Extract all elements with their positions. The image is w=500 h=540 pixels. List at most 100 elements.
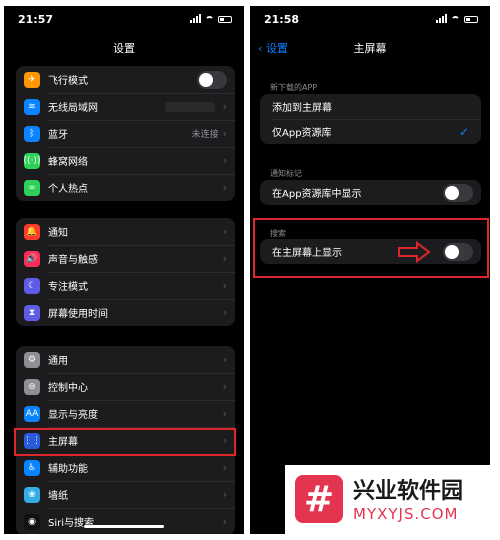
new-apps-group: 添加到主屏幕 仅App资源库 ✓ (260, 94, 481, 144)
badges-group: 在App资源库中显示 (260, 180, 481, 205)
wifi-status-icon (205, 16, 214, 23)
badges-row: 在App资源库中显示 (260, 180, 481, 205)
settings-group-notifications: 🔔 通知 › 🔊 声音与触感 › ☾ 专注模式 › ⧗ 屏幕使用时间 › (16, 218, 235, 326)
settings-group-connectivity: ✈ 飞行模式 ≋ 无线局域网 › ᛒ 蓝牙 未连接 › ((·)) 蜂窝网络 › ∞ 个人热点 › (16, 66, 235, 201)
chevron-right-icon: › (222, 252, 227, 265)
general-icon: ⚙ (24, 351, 40, 368)
siri-icon: ◉ (24, 513, 40, 530)
badges-label: 在App资源库中显示 (272, 189, 362, 200)
settings-row[interactable]: ᛒ 蓝牙 未连接 › (16, 120, 235, 147)
chevron-right-icon: › (222, 279, 227, 292)
status-time: 21:58 (264, 13, 300, 26)
option-add-label: 添加到主屏幕 (272, 103, 332, 114)
settings-row-label: 屏幕使用时间 (48, 309, 108, 320)
option-library-label: 仅App资源库 (272, 128, 332, 139)
settings-row-label: 蜂窝网络 (48, 157, 88, 168)
settings-row-label: 飞行模式 (48, 76, 88, 87)
option-app-library-only[interactable]: 仅App资源库 ✓ (260, 119, 481, 144)
cellular-icon: ((·)) (24, 152, 40, 169)
watermark-url: MYXYJS.COM (353, 505, 459, 523)
settings-row[interactable]: ⧗ 屏幕使用时间 › (16, 299, 235, 326)
settings-row-label: 辅助功能 (48, 464, 88, 475)
settings-row[interactable]: ✈ 飞行模式 (16, 66, 235, 93)
arrow-right-icon (398, 240, 431, 263)
settings-row[interactable]: ◉ Siri与搜索 › (16, 508, 235, 534)
settings-row[interactable]: AA 显示与亮度 › (16, 400, 235, 427)
chevron-right-icon: › (222, 353, 227, 366)
settings-row-label: 蓝牙 (48, 130, 68, 141)
settings-row[interactable]: ⚙ 通用 › (16, 346, 235, 373)
section-header-badges: 通知标记 (270, 169, 302, 178)
chevron-right-icon: › (222, 407, 227, 420)
display-icon: AA (24, 405, 40, 422)
settings-row-label: 通知 (48, 228, 68, 239)
settings-screen: 21:57 设置 ✈ 飞行模式 ≋ 无线局域网 › ᛒ 蓝牙 未连接 › ((·)) 蜂窝网络 › ∞ 个… (4, 6, 244, 534)
wifi-icon: ≋ (24, 98, 40, 115)
settings-row[interactable]: ☾ 专注模式 › (16, 272, 235, 299)
control-center-icon: ⊜ (24, 378, 40, 395)
settings-row-label: 个人热点 (48, 184, 88, 195)
settings-row-label: 墙纸 (48, 491, 68, 502)
page-title: 主屏幕 (353, 42, 387, 55)
home-indicator (84, 525, 164, 528)
chevron-right-icon: › (222, 515, 227, 528)
bluetooth-icon: ᛒ (24, 125, 40, 142)
settings-row[interactable]: 🔔 通知 › (16, 218, 235, 245)
settings-row-label: 通用 (48, 356, 68, 367)
search-group: 在主屏幕上显示 (260, 239, 481, 264)
chevron-right-icon: › (222, 380, 227, 393)
status-bar: 21:58 (250, 6, 490, 34)
chevron-right-icon: › (222, 306, 227, 319)
battery-icon (464, 16, 478, 23)
nav-bar: ‹ 设置 主屏幕 (250, 40, 490, 56)
badges-toggle[interactable] (443, 183, 473, 202)
watermark-name: 兴业软件园 (353, 479, 464, 504)
home-screen-settings: 21:58 ‹ 设置 主屏幕 新下载的APP 添加到主屏幕 仅App资源库 ✓ … (250, 6, 490, 534)
chevron-right-icon: › (222, 181, 227, 194)
settings-row[interactable]: ∞ 个人热点 › (16, 174, 235, 201)
search-toggle[interactable] (443, 242, 473, 261)
section-header-new-apps: 新下载的APP (270, 83, 318, 92)
page-title: 设置 (113, 42, 135, 55)
settings-row[interactable]: 🔊 声音与触感 › (16, 245, 235, 272)
settings-row[interactable]: ♿ 辅助功能 › (16, 454, 235, 481)
airplane-mode-toggle[interactable] (197, 70, 227, 89)
screen-time-icon: ⧗ (24, 304, 40, 321)
sounds-icon: 🔊 (24, 250, 40, 267)
settings-row[interactable]: ❀ 墙纸 › (16, 481, 235, 508)
wallpaper-icon: ❀ (24, 486, 40, 503)
notifications-icon: 🔔 (24, 223, 40, 240)
watermark: # 兴业软件园 MYXYJS.COM (285, 465, 495, 535)
focus-icon: ☾ (24, 277, 40, 294)
checkmark-icon: ✓ (458, 124, 469, 139)
option-add-to-home[interactable]: 添加到主屏幕 (260, 94, 481, 119)
chevron-right-icon: › (222, 461, 227, 474)
settings-row[interactable]: ((·)) 蜂窝网络 › (16, 147, 235, 174)
settings-row-label: 无线局域网 (48, 103, 98, 114)
status-bar: 21:57 (4, 6, 244, 34)
battery-icon (218, 16, 232, 23)
accessibility-icon: ♿ (24, 459, 40, 476)
search-label: 在主屏幕上显示 (272, 248, 342, 259)
airplane-icon: ✈ (24, 71, 40, 88)
wifi-status-icon (451, 16, 460, 23)
settings-row-label: 显示与亮度 (48, 410, 98, 421)
chevron-right-icon: › (222, 225, 227, 238)
chevron-right-icon: › (222, 488, 227, 501)
watermark-logo-icon: # (295, 475, 343, 523)
settings-row[interactable]: ≋ 无线局域网 › (16, 93, 235, 120)
settings-row-label: 声音与触感 (48, 255, 98, 266)
settings-row-label: 控制中心 (48, 383, 88, 394)
settings-row-label: 专注模式 (48, 282, 88, 293)
chevron-right-icon: › (222, 127, 227, 140)
signal-icon (436, 14, 447, 23)
settings-row-value: 未连接 (191, 130, 219, 140)
redacted-network-name (164, 101, 215, 112)
home-screen-highlight-box (14, 428, 236, 456)
search-row: 在主屏幕上显示 (260, 239, 481, 264)
hotspot-icon: ∞ (24, 179, 40, 196)
settings-row[interactable]: ⊜ 控制中心 › (16, 373, 235, 400)
chevron-right-icon: › (222, 154, 227, 167)
chevron-right-icon: › (222, 100, 227, 113)
signal-icon (190, 14, 201, 23)
